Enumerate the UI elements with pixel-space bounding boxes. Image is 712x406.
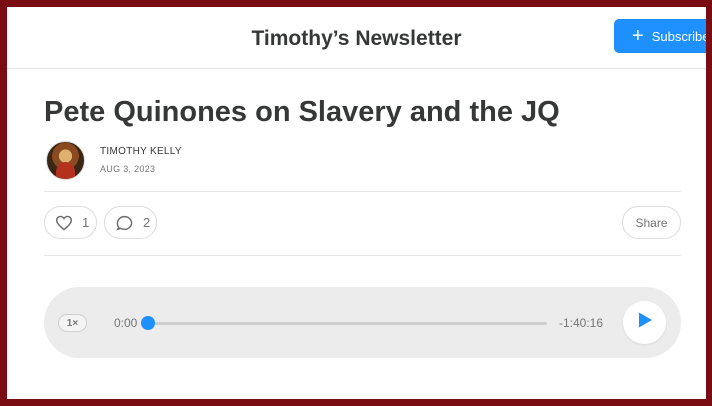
comment-button[interactable]: 2 [104,206,157,239]
play-button[interactable] [623,301,666,344]
play-icon [637,311,653,334]
heart-icon [55,215,73,231]
like-button[interactable]: 1 [44,206,97,239]
divider [44,255,681,256]
like-count: 1 [82,215,90,230]
page: Timothy’s Newsletter + Subscribe Pete Qu… [7,7,706,399]
post-date: AUG 3, 2023 [100,164,156,174]
plus-icon: + [632,25,644,47]
elapsed-time: 0:00 [114,316,138,330]
comment-count: 2 [143,215,151,230]
audio-player: 1× 0:00 -1:40:16 [44,287,681,358]
remaining-time: -1:40:16 [559,316,604,330]
subscribe-label: Subscribe [651,28,706,44]
comment-bubble-icon [116,215,133,231]
publication-title[interactable]: Timothy’s Newsletter [7,27,706,51]
playback-speed-button[interactable]: 1× [58,314,87,332]
author-avatar[interactable] [46,141,85,180]
subscribe-button[interactable]: + Subscribe [614,19,706,53]
divider [44,191,681,192]
post-title: Pete Quinones on Slavery and the JQ [44,96,560,128]
progress-track[interactable] [148,322,547,325]
avatar-figure [56,162,75,179]
author-name[interactable]: TIMOTHY KELLY [100,146,182,157]
share-button[interactable]: Share [622,206,681,239]
publication-header: Timothy’s Newsletter + Subscribe [7,7,706,69]
progress-handle[interactable] [141,316,155,330]
